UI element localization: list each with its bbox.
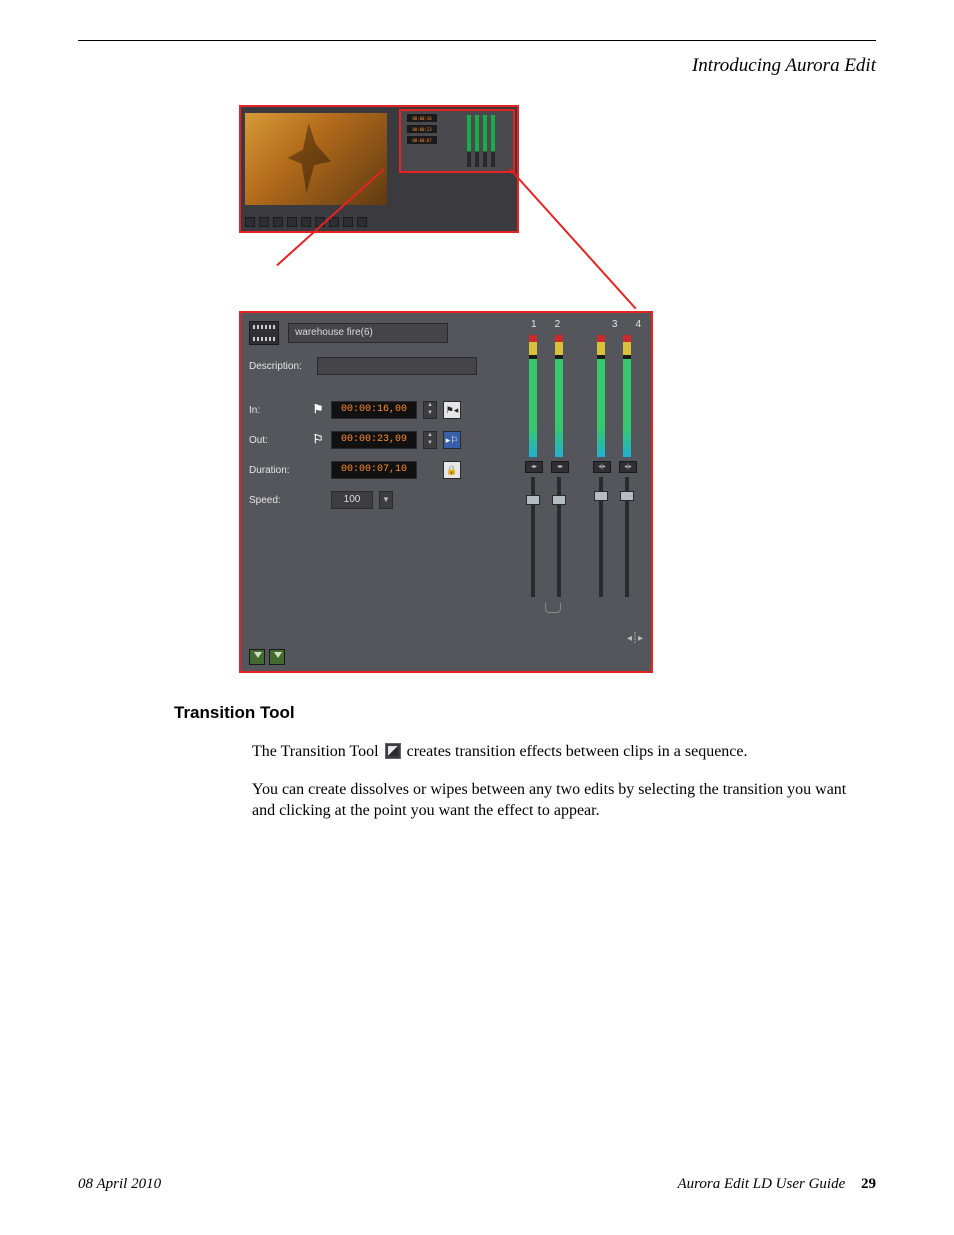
chapter-title: Introducing Aurora Edit: [78, 55, 876, 77]
pan-control-4[interactable]: ◂|▸: [619, 461, 637, 473]
mark-out-flag-icon: ⚐: [311, 432, 325, 448]
lock-duration-button[interactable]: 🔒: [443, 461, 461, 479]
page-footer: 08 April 2010 Aurora Edit LD User Guide …: [78, 1176, 876, 1193]
trim-panel: warehouse fire(6) Description: In: ⚑ 00:…: [239, 311, 653, 673]
in-spinner[interactable]: ▲▼: [423, 401, 437, 419]
pan-control-1[interactable]: ◂▸: [525, 461, 543, 473]
footer-page-number: 29: [861, 1176, 876, 1192]
channel-label-2: 2: [555, 319, 561, 330]
clip-reel-icon: [249, 321, 279, 345]
paragraph-2: You can create dissolves or wipes betwee…: [252, 779, 852, 822]
audio-meters: 1 2 3 4 ◂▸ ◂▸ ◂|▸ ◂|▸: [529, 319, 641, 617]
pan-control-3[interactable]: ◂|▸: [593, 461, 611, 473]
channel-link-icon: [545, 603, 561, 613]
fader-1[interactable]: [531, 477, 535, 597]
in-timecode-field[interactable]: 00:00:16,00: [331, 401, 417, 419]
app-thumbnail: 00:00:16 00:00:23 00:00:07: [239, 105, 519, 233]
footer-guide-title: Aurora Edit LD User Guide: [677, 1176, 845, 1192]
mark-in-flag-icon: ⚑: [311, 402, 325, 418]
thumbnail-transport: [245, 217, 395, 229]
import-button-1[interactable]: [249, 649, 265, 665]
figure-area: 00:00:16 00:00:23 00:00:07 warehouse fir…: [239, 105, 653, 673]
thumbnail-meters: [467, 107, 513, 171]
section-title: Transition Tool: [174, 703, 876, 723]
description-field[interactable]: [317, 357, 477, 375]
import-buttons: [249, 649, 285, 665]
channel-label-4: 4: [635, 319, 641, 330]
fader-2[interactable]: [557, 477, 561, 597]
set-out-button[interactable]: ▸⚐: [443, 431, 461, 449]
speed-dropdown[interactable]: ▼: [379, 491, 393, 509]
fader-3[interactable]: [599, 477, 603, 597]
speed-label: Speed:: [249, 495, 305, 506]
speed-field[interactable]: 100: [331, 491, 373, 509]
channel-label-1: 1: [531, 319, 537, 330]
expand-collapse-icon[interactable]: ◂┊▸: [625, 633, 645, 647]
clip-name-field[interactable]: warehouse fire(6): [288, 323, 448, 343]
in-label: In:: [249, 405, 305, 416]
description-label: Description:: [249, 361, 305, 372]
channel-label-3: 3: [612, 319, 618, 330]
out-label: Out:: [249, 435, 305, 446]
transition-tool-icon: [385, 743, 401, 759]
duration-label: Duration:: [249, 465, 305, 476]
set-in-button[interactable]: ⚑◂: [443, 401, 461, 419]
fader-4[interactable]: [625, 477, 629, 597]
thumbnail-video: [245, 113, 387, 205]
duration-field[interactable]: 00:00:07,10: [331, 461, 417, 479]
import-button-2[interactable]: [269, 649, 285, 665]
footer-date: 08 April 2010: [78, 1176, 161, 1193]
paragraph-1: The Transition Tool creates transition e…: [252, 741, 852, 763]
out-timecode-field[interactable]: 00:00:23,09: [331, 431, 417, 449]
pan-control-2[interactable]: ◂▸: [551, 461, 569, 473]
out-spinner[interactable]: ▲▼: [423, 431, 437, 449]
